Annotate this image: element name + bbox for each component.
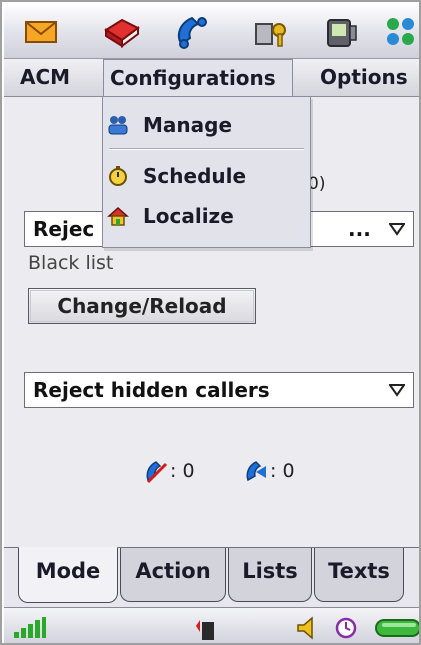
menu-configurations[interactable]: Configurations: [103, 59, 293, 96]
chevron-down-icon: [389, 384, 405, 397]
incoming-call-icon: [246, 460, 266, 481]
tab-action[interactable]: Action: [120, 548, 226, 602]
tab-texts[interactable]: Texts: [314, 548, 404, 602]
app-toolbar: [4, 4, 419, 59]
incoming-count: : 0: [270, 460, 295, 482]
signal-strength-icon: [14, 617, 46, 638]
change-reload-button[interactable]: Change/Reload: [28, 288, 256, 324]
key-phone-icon[interactable]: [252, 14, 292, 50]
mode-select-value: Rejec: [33, 217, 95, 241]
chevron-down-icon: [389, 223, 405, 236]
rejected-call-icon: [146, 460, 168, 483]
tab-lists[interactable]: Lists: [228, 548, 312, 602]
menu-item-manage[interactable]: Manage: [103, 107, 310, 143]
envelope-icon[interactable]: [22, 14, 62, 50]
home-icon: [107, 206, 129, 226]
menu-item-localize[interactable]: Localize: [103, 198, 310, 234]
clock-icon[interactable]: [334, 616, 358, 640]
menu-acm[interactable]: ACM: [20, 59, 70, 96]
rejected-calls-counter: : 0: [144, 457, 195, 485]
tab-bar: Mode Action Lists Texts: [4, 547, 419, 608]
stopwatch-icon: [109, 166, 127, 186]
hidden-callers-select[interactable]: Reject hidden callers: [24, 372, 414, 408]
hidden-callers-select-value: Reject hidden callers: [33, 378, 270, 402]
device-icon[interactable]: [322, 14, 362, 50]
incoming-calls-counter: : 0: [244, 457, 295, 485]
book-icon[interactable]: [102, 14, 142, 50]
mode-select-ellipsis: ...: [348, 217, 371, 241]
phone-icon[interactable]: [172, 14, 212, 50]
app-window: ACM Configurations Options 0) Rejec ... …: [0, 0, 421, 645]
menu-bar: ACM Configurations Options: [4, 59, 419, 97]
grid-icon[interactable]: [384, 14, 418, 50]
people-icon: [108, 116, 128, 135]
menu-item-schedule-label: Schedule: [143, 164, 247, 188]
black-list-label: Black list: [28, 252, 114, 274]
tab-mode[interactable]: Mode: [18, 547, 118, 603]
menu-item-localize-label: Localize: [143, 204, 234, 228]
status-bar: [4, 607, 419, 643]
menu-separator: [109, 148, 304, 150]
rejected-count: : 0: [170, 460, 195, 482]
menu-item-manage-label: Manage: [143, 113, 233, 137]
battery-icon: [375, 619, 419, 637]
menu-options[interactable]: Options: [320, 59, 408, 96]
configurations-dropdown: Manage Schedule Localize: [102, 96, 311, 248]
sim-phone-icon: [196, 620, 214, 640]
speaker-icon[interactable]: [296, 616, 318, 640]
menu-item-schedule[interactable]: Schedule: [103, 158, 310, 194]
